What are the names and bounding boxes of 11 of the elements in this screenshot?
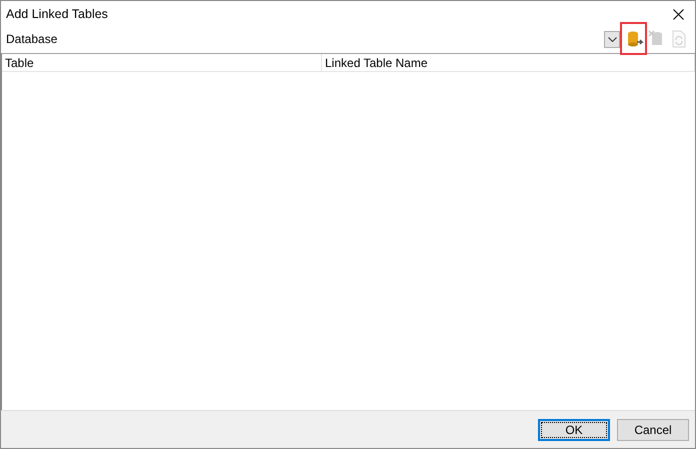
- window-title: Add Linked Tables: [6, 7, 108, 21]
- ok-button[interactable]: OK: [538, 418, 610, 440]
- database-label: Database: [6, 32, 58, 46]
- column-header[interactable]: Table: [2, 54, 322, 72]
- refresh-document-icon: [671, 30, 687, 48]
- database-icon: [626, 30, 644, 48]
- dropdown-button[interactable]: [604, 30, 620, 48]
- chevron-down-icon: [608, 36, 616, 42]
- close-icon: [672, 8, 684, 20]
- cancel-button[interactable]: Cancel: [617, 418, 689, 440]
- column-header[interactable]: Linked Table Name: [322, 54, 695, 72]
